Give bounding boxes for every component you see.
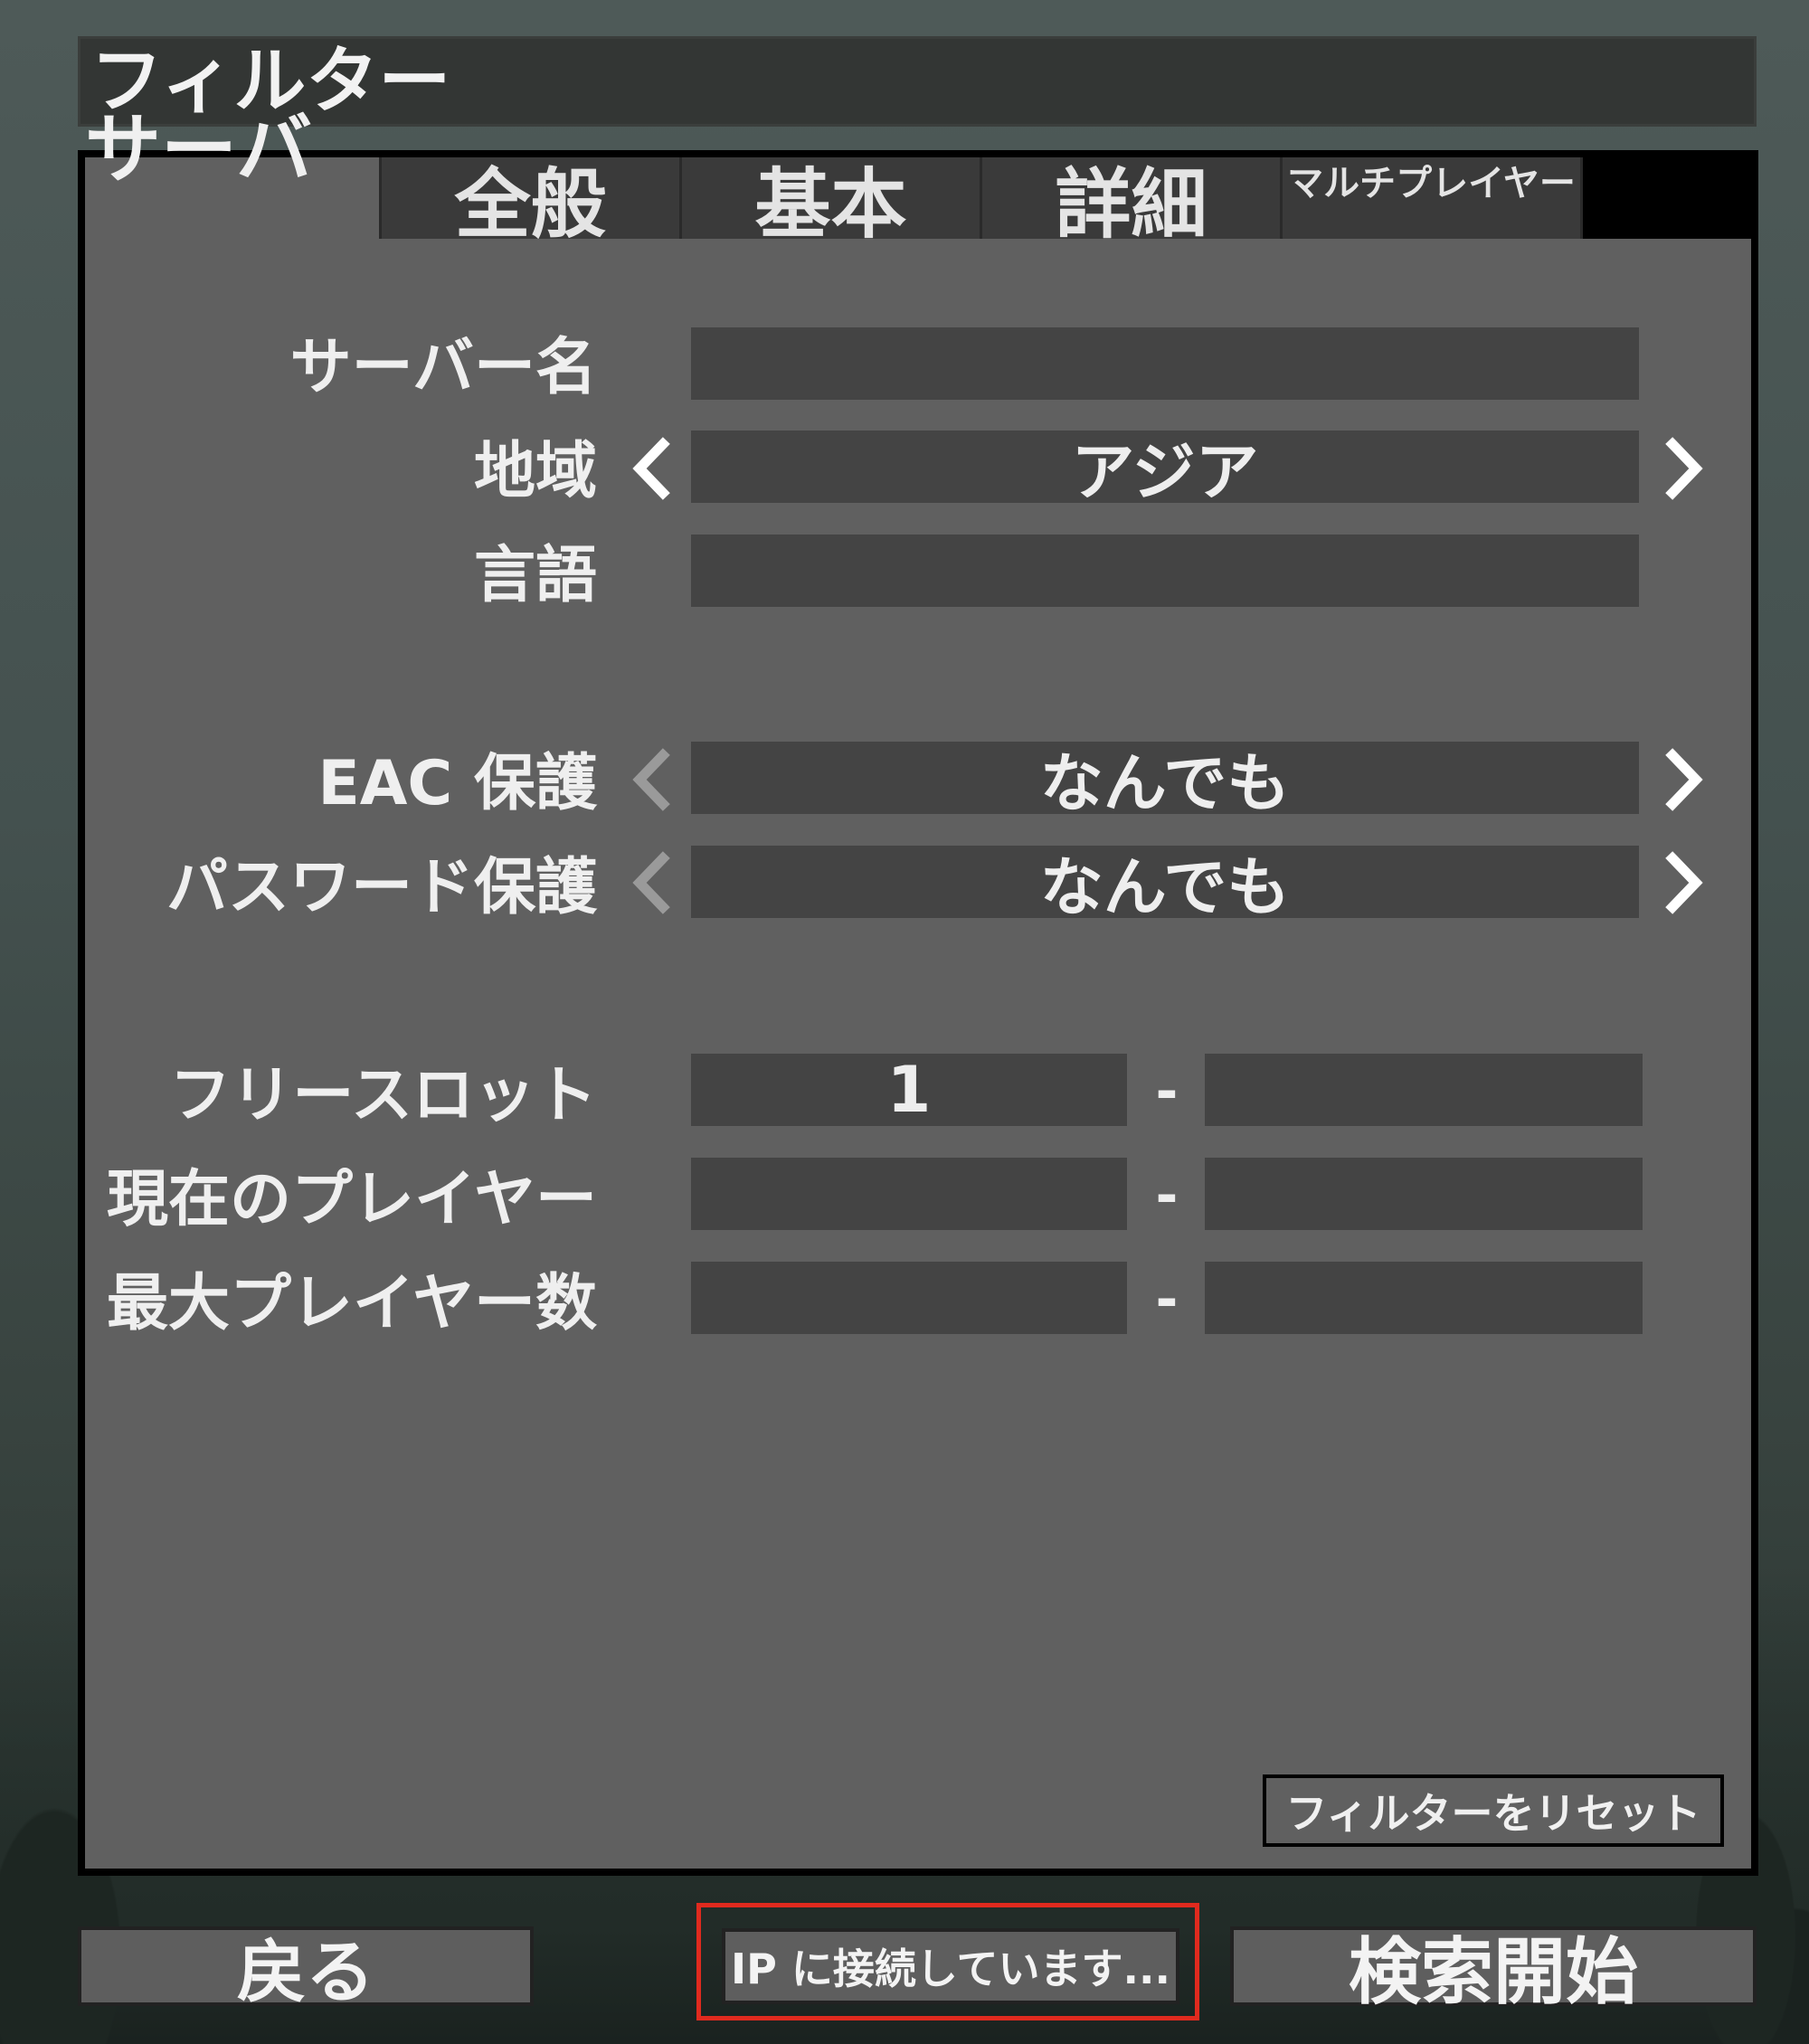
max-players-min-input[interactable] [691,1262,1127,1334]
free-slots-min-input[interactable]: 1 [691,1053,1127,1127]
chevron-right-icon [1665,748,1703,811]
free-slots-max-input[interactable] [1205,1054,1643,1126]
password-next-arrow[interactable] [1657,847,1711,919]
label-max-players: 最大プレイヤー数 [107,1268,597,1339]
tab-general[interactable]: 全般 [382,157,682,249]
label-server-name: サーバー名 [289,332,597,403]
password-prev-arrow[interactable] [624,847,678,919]
label-password: パスワード保護 [166,852,597,923]
label-language: 言語 [473,540,597,611]
password-select[interactable]: なんでも [691,846,1639,924]
label-current-players: 現在のプレイヤー [107,1164,597,1235]
current-players-max-input[interactable] [1205,1158,1643,1230]
chevron-left-icon [632,748,670,811]
range-separator: - [1155,1268,1179,1331]
eac-next-arrow[interactable] [1657,743,1711,816]
label-region: 地域 [473,436,597,507]
range-separator: - [1155,1164,1179,1227]
chevron-left-icon [632,437,670,500]
tab-multiplayer[interactable]: マルチプレイヤー [1283,157,1583,239]
region-prev-arrow[interactable] [624,432,678,505]
reset-filters-button[interactable]: フィルターをリセット [1263,1774,1724,1847]
language-input[interactable] [691,535,1639,607]
eac-select[interactable]: なんでも [691,742,1639,820]
search-start-button[interactable]: 検索開始 [1230,1926,1757,2014]
server-name-input[interactable] [691,327,1639,400]
label-free-slots: フリースロット [169,1060,597,1131]
chevron-right-icon [1665,851,1703,914]
filter-panel: サーバー 全般 基本 詳細 マルチプレイヤー [78,105,1758,1876]
tab-details[interactable]: 詳細 [982,157,1283,249]
tab-basic[interactable]: 基本 [682,157,982,249]
chevron-right-icon [1665,437,1703,500]
current-players-min-input[interactable] [691,1158,1127,1230]
max-players-max-input[interactable] [1205,1262,1643,1334]
eac-prev-arrow[interactable] [624,743,678,816]
back-button[interactable]: 戻る [78,1926,534,2012]
highlight-box [696,1903,1199,2020]
region-next-arrow[interactable] [1657,432,1711,505]
chevron-left-icon [632,851,670,914]
tab-server[interactable]: サーバー [85,105,382,303]
label-eac: EAC 保護 [317,748,597,819]
range-separator: - [1155,1060,1179,1123]
region-select[interactable]: アジア [691,431,1639,509]
